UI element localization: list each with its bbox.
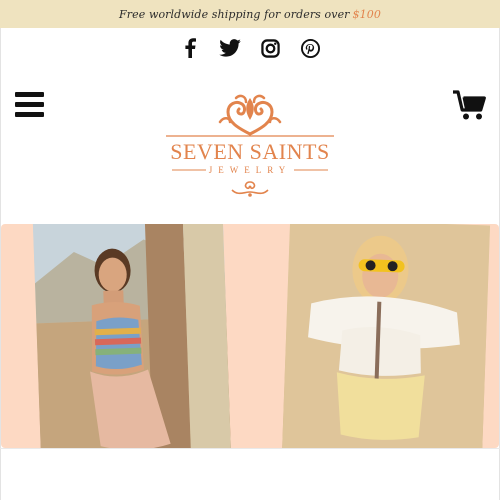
hamburger-menu-icon[interactable] bbox=[15, 92, 45, 118]
announcement-text: Free worldwide shipping for orders over bbox=[119, 7, 350, 21]
divider bbox=[0, 448, 500, 449]
logo-top-rule bbox=[166, 135, 334, 137]
announcement-amount: $100 bbox=[352, 7, 381, 21]
logo-sub-rule-right bbox=[294, 169, 328, 171]
shopping-cart-icon[interactable] bbox=[453, 89, 487, 121]
brand-logo[interactable]: SEVEN SAINTS JEWELRY bbox=[162, 92, 338, 202]
logo-ornament-icon bbox=[218, 94, 282, 136]
menu-bar bbox=[15, 92, 44, 97]
twitter-icon[interactable] bbox=[210, 34, 250, 62]
instagram-icon[interactable] bbox=[250, 34, 290, 62]
announcement-bar: Free worldwide shipping for orders over … bbox=[0, 0, 500, 28]
menu-bar bbox=[15, 112, 44, 117]
hero-banner[interactable] bbox=[1, 224, 499, 448]
model-photo-left bbox=[32, 224, 232, 448]
social-links bbox=[0, 34, 500, 62]
brand-name: SEVEN SAINTS bbox=[170, 139, 330, 164]
menu-bar bbox=[15, 102, 44, 107]
model-photo-right bbox=[281, 224, 491, 448]
pinterest-icon[interactable] bbox=[290, 34, 330, 62]
facebook-icon[interactable] bbox=[170, 34, 210, 62]
logo-flourish-icon bbox=[231, 181, 269, 197]
